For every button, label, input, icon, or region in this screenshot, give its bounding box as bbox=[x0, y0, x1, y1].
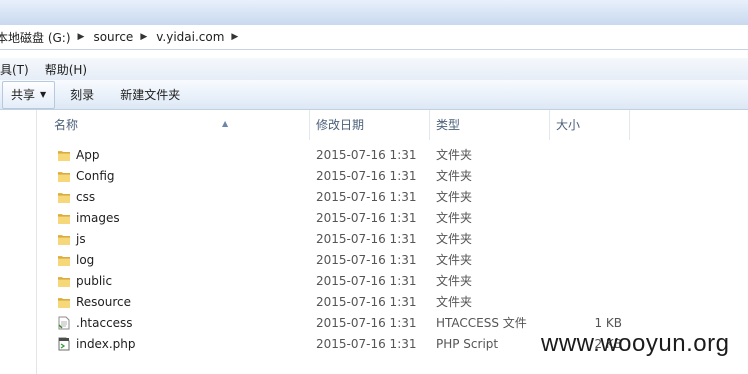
menu-tools[interactable]: 工具(T) bbox=[0, 61, 37, 78]
file-date: 2015-07-16 1:31 bbox=[316, 211, 417, 225]
file-name: .htaccess bbox=[76, 316, 133, 330]
chevron-down-icon: ▼ bbox=[40, 90, 47, 99]
new-folder-button[interactable]: 新建文件夹 bbox=[111, 82, 189, 108]
column-header-size[interactable]: 大小 bbox=[550, 110, 630, 140]
file-name: js bbox=[76, 232, 86, 246]
new-folder-label: 新建文件夹 bbox=[120, 88, 181, 102]
file-row[interactable]: js 2015-07-16 1:31 文件夹 bbox=[48, 229, 748, 250]
file-list: App 2015-07-16 1:31 文件夹 Config 2015-07-16 1:… bbox=[48, 145, 748, 355]
file-name: log bbox=[76, 253, 95, 267]
column-header: 名称 ▲ 修改日期 类型 大小 bbox=[48, 110, 748, 140]
column-date-label: 修改日期 bbox=[316, 118, 365, 132]
folder-icon bbox=[57, 253, 71, 267]
file-name: images bbox=[76, 211, 120, 225]
file-type: 文件夹 bbox=[436, 253, 473, 267]
file-date: 2015-07-16 1:31 bbox=[316, 337, 417, 351]
burn-button[interactable]: 刻录 bbox=[61, 82, 103, 108]
file-date: 2015-07-16 1:31 bbox=[316, 295, 417, 309]
column-name-label: 名称 bbox=[54, 118, 79, 132]
breadcrumb-site-label: v.yidai.com bbox=[156, 30, 225, 44]
text-file-icon bbox=[57, 316, 71, 330]
file-type: 文件夹 bbox=[436, 295, 473, 309]
file-name: index.php bbox=[76, 337, 136, 351]
breadcrumb-source-label: source bbox=[93, 30, 134, 44]
php-file-icon bbox=[57, 337, 71, 351]
folder-icon bbox=[57, 148, 71, 162]
breadcrumb-arrow-icon[interactable]: ▶ bbox=[140, 32, 147, 42]
file-date: 2015-07-16 1:31 bbox=[316, 253, 417, 267]
share-label: 共享 bbox=[11, 88, 36, 102]
column-header-type[interactable]: 类型 bbox=[430, 110, 550, 140]
file-type: 文件夹 bbox=[436, 232, 473, 246]
file-type: 文件夹 bbox=[436, 148, 473, 162]
file-date: 2015-07-16 1:31 bbox=[316, 232, 417, 246]
file-name: public bbox=[76, 274, 113, 288]
file-name: Config bbox=[76, 169, 115, 183]
folder-icon bbox=[57, 211, 71, 225]
file-row[interactable]: Config 2015-07-16 1:31 文件夹 bbox=[48, 166, 748, 187]
column-type-label: 类型 bbox=[436, 118, 461, 132]
file-name: App bbox=[76, 148, 100, 162]
sort-ascending-icon: ▲ bbox=[222, 119, 229, 128]
file-type: PHP Script bbox=[436, 337, 499, 351]
file-type: 文件夹 bbox=[436, 211, 473, 225]
file-row[interactable]: App 2015-07-16 1:31 文件夹 bbox=[48, 145, 748, 166]
breadcrumb-drive[interactable]: 本地磁盘 (G:) ▶ bbox=[0, 29, 89, 46]
folder-icon bbox=[57, 274, 71, 288]
share-button[interactable]: 共享 ▼ bbox=[2, 80, 56, 109]
file-date: 2015-07-16 1:31 bbox=[316, 274, 417, 288]
folder-icon bbox=[57, 232, 71, 246]
file-type: 文件夹 bbox=[436, 169, 473, 183]
column-size-label: 大小 bbox=[556, 118, 581, 132]
watermark: www.wooyun.org bbox=[541, 330, 730, 357]
file-row[interactable]: log 2015-07-16 1:31 文件夹 bbox=[48, 250, 748, 271]
file-date: 2015-07-16 1:31 bbox=[316, 169, 417, 183]
folder-icon bbox=[57, 169, 71, 183]
file-type: HTACCESS 文件 bbox=[436, 316, 527, 330]
file-type: 文件夹 bbox=[436, 190, 473, 204]
file-row[interactable]: images 2015-07-16 1:31 文件夹 bbox=[48, 208, 748, 229]
file-row[interactable]: css 2015-07-16 1:31 文件夹 bbox=[48, 187, 748, 208]
file-name: css bbox=[76, 190, 96, 204]
folder-icon bbox=[57, 190, 71, 204]
file-type: 文件夹 bbox=[436, 274, 473, 288]
burn-label: 刻录 bbox=[70, 88, 95, 102]
file-date: 2015-07-16 1:31 bbox=[316, 316, 417, 330]
menu-bar: 工具(T) 帮助(H) bbox=[0, 58, 748, 80]
folder-icon bbox=[57, 295, 71, 309]
breadcrumb-site[interactable]: v.yidai.com ▶ bbox=[152, 30, 243, 44]
window-title-strip bbox=[0, 0, 748, 26]
file-date: 2015-07-16 1:31 bbox=[316, 148, 417, 162]
command-toolbar: 共享 ▼ 刻录 新建文件夹 bbox=[0, 80, 748, 110]
column-header-date[interactable]: 修改日期 bbox=[310, 110, 430, 140]
file-name: Resource bbox=[76, 295, 132, 309]
breadcrumb-drive-label: 本地磁盘 (G:) bbox=[0, 30, 71, 45]
file-row[interactable]: public 2015-07-16 1:31 文件夹 bbox=[48, 271, 748, 292]
breadcrumb-arrow-icon[interactable]: ▶ bbox=[231, 32, 238, 42]
file-row[interactable]: Resource 2015-07-16 1:31 文件夹 bbox=[48, 292, 748, 313]
address-bar[interactable]: 本地磁盘 (G:) ▶ source ▶ v.yidai.com ▶ bbox=[0, 25, 748, 50]
column-header-name[interactable]: 名称 ▲ bbox=[48, 110, 310, 140]
breadcrumb-source[interactable]: source ▶ bbox=[89, 30, 152, 44]
menu-help[interactable]: 帮助(H) bbox=[45, 61, 95, 78]
navigation-pane-divider bbox=[36, 110, 37, 374]
breadcrumb-arrow-icon[interactable]: ▶ bbox=[78, 32, 85, 42]
file-date: 2015-07-16 1:31 bbox=[316, 190, 417, 204]
